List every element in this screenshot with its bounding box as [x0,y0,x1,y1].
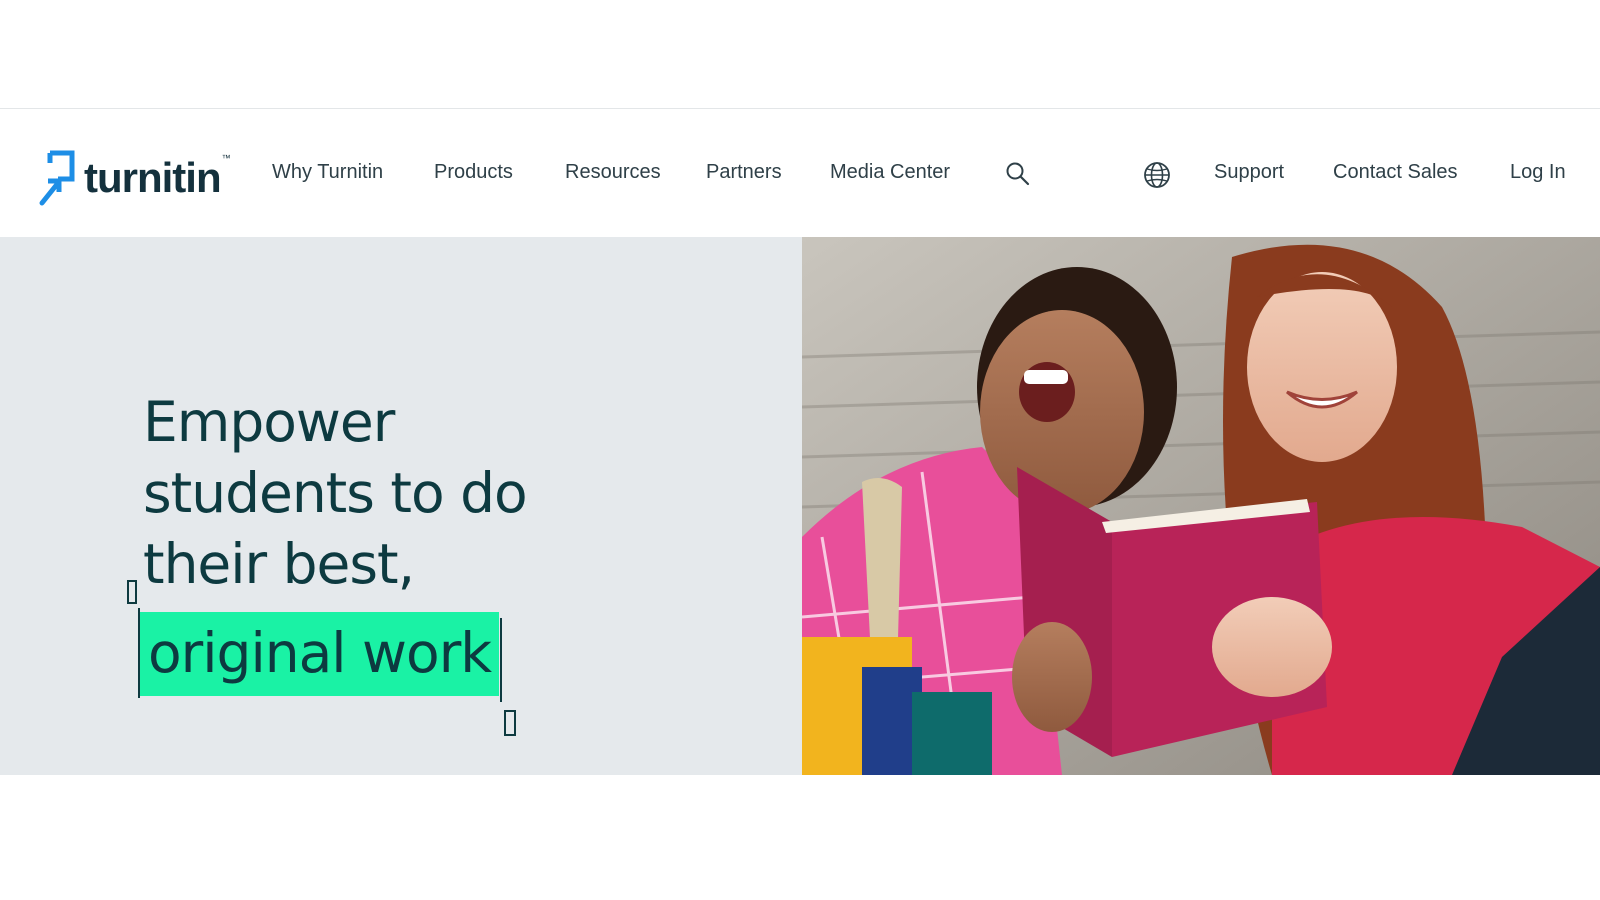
nav-contact-sales[interactable]: Contact Sales [1333,161,1458,184]
hero-headline: Empower students to do their best, [143,387,703,600]
selection-end-caret [500,618,503,702]
selection-end-handle[interactable] [504,710,517,736]
globe-icon-graphic [1144,162,1170,188]
headline-line-2: students to do [143,461,528,525]
logo-wordmark: turnitin [84,154,222,201]
headline-line-3: their best, [143,532,415,596]
turnitin-logo-mark-icon [39,150,75,206]
nav-resources[interactable]: Resources [565,161,661,184]
main-navigation: turnitin ™ Why Turnitin Products Resourc… [0,109,1600,237]
hero-section: Empower students to do their best, origi… [0,237,1600,775]
below-hero-area [0,775,1600,900]
hero-text-panel: Empower students to do their best, origi… [0,237,802,775]
highlight-selection: original work [127,580,517,736]
headline-line-1: Empower [143,390,395,454]
selection-start-caret [138,608,140,698]
nav-why-turnitin[interactable]: Why Turnitin [272,161,383,184]
nav-media-center[interactable]: Media Center [830,161,950,184]
students-reading-book-photo [802,237,1600,775]
logo-trademark: ™ [221,153,231,163]
nav-log-in[interactable]: Log In [1510,161,1566,184]
highlighted-phrase: original work [140,612,500,696]
search-icon[interactable] [1005,161,1031,192]
turnitin-logo[interactable]: turnitin ™ [38,149,231,207]
nav-products[interactable]: Products [434,161,513,184]
nav-partners[interactable]: Partners [706,161,782,184]
search-icon-graphic [1006,162,1030,186]
selection-start-handle[interactable] [127,580,137,604]
hero-photo [802,237,1600,775]
globe-icon[interactable] [1143,161,1171,194]
nav-support[interactable]: Support [1214,161,1284,184]
